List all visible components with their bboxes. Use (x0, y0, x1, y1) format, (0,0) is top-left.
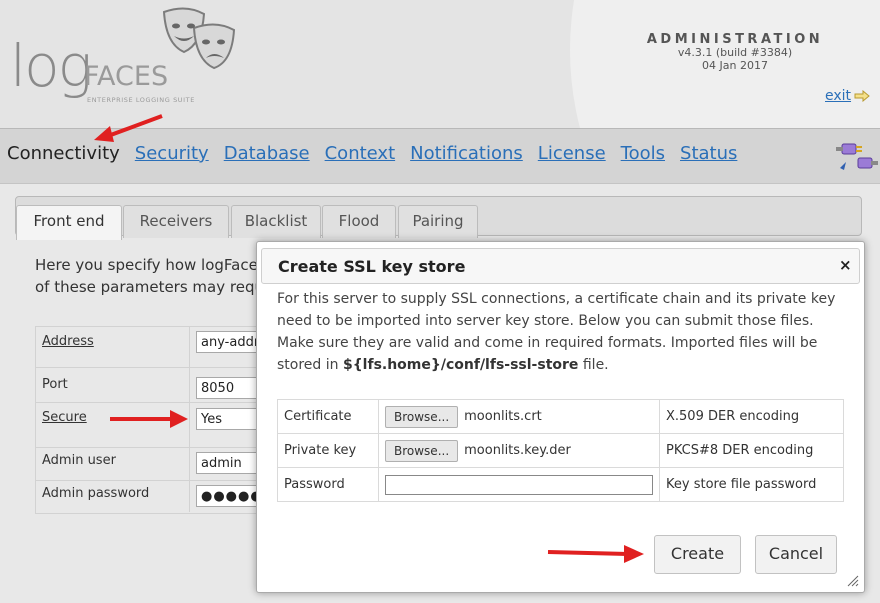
dialog-title: Create SSL key store (278, 257, 466, 276)
dialog-titlebar[interactable]: Create SSL key store × (261, 248, 860, 284)
red-pointer-arrow-icon (110, 410, 188, 428)
private-key-file-cell: Browse... moonlits.key.der (378, 433, 660, 468)
certificate-file-cell: Browse... moonlits.crt (378, 399, 660, 434)
cancel-button[interactable]: Cancel (755, 535, 837, 574)
nav-database[interactable]: Database (224, 143, 310, 164)
logo-text-faces: FACES (84, 61, 169, 92)
certificate-note: X.509 DER encoding (659, 399, 844, 434)
nav-notifications[interactable]: Notifications (410, 143, 523, 164)
password-cell (378, 467, 660, 502)
exit-label[interactable]: exit (825, 88, 851, 104)
private-key-note: PKCS#8 DER encoding (659, 433, 844, 468)
address-input[interactable]: any-addr (196, 331, 260, 353)
intro-line-2: of these parameters may requ (35, 278, 260, 296)
certificate-file-name: moonlits.crt (464, 409, 542, 424)
tab-blacklist[interactable]: Blacklist (231, 205, 321, 238)
port-label: Port (42, 377, 68, 392)
nav-tools[interactable]: Tools (621, 143, 665, 164)
nav-status[interactable]: Status (680, 143, 737, 164)
nav-security[interactable]: Security (135, 143, 209, 164)
tab-receivers[interactable]: Receivers (123, 205, 229, 238)
key-store-files-table: Certificate Browse... moonlits.crt X.509 … (277, 399, 844, 502)
nav-items: Connectivity Security Database Context N… (7, 143, 752, 164)
create-button[interactable]: Create (654, 535, 741, 574)
dialog-description: For this server to supply SSL connection… (277, 288, 852, 376)
tab-pairing[interactable]: Pairing (398, 205, 478, 238)
exit-link[interactable]: exit (825, 88, 870, 104)
ssl-key-store-dialog: Create SSL key store × For this server t… (256, 241, 865, 593)
intro-text: Here you specify how logFaces of these p… (35, 254, 260, 298)
admin-password-label: Admin password (42, 486, 150, 501)
nav-connectivity[interactable]: Connectivity (7, 143, 120, 164)
private-key-browse-button[interactable]: Browse... (385, 439, 459, 462)
red-pointer-arrow-icon (547, 545, 644, 563)
version-info: v4.3.1 (build #3384) 04 Jan 2017 (630, 46, 840, 72)
password-label: Password (277, 467, 379, 502)
exit-arrow-icon[interactable] (854, 90, 870, 102)
secure-label[interactable]: Secure (42, 410, 87, 425)
password-input[interactable] (385, 474, 653, 495)
intro-line-1: Here you specify how logFaces (35, 256, 260, 274)
logo-tagline: ENTERPRISE LOGGING SUITE (87, 96, 195, 104)
store-path: ${lfs.home}/conf/lfs-ssl-store (342, 357, 579, 373)
address-label[interactable]: Address (42, 334, 94, 349)
app-header: log FACES ENTERPRISE LOGGING SUITE ADMIN… (0, 0, 880, 128)
password-row: Password Key store file password (277, 467, 844, 502)
plug-connector-icon[interactable] (836, 138, 878, 174)
admin-title: ADMINISTRATION (646, 32, 824, 47)
nav-license[interactable]: License (538, 143, 606, 164)
resize-grip-icon[interactable] (847, 575, 859, 587)
version-date: 04 Jan 2017 (702, 59, 768, 72)
admin-user-label: Admin user (42, 453, 116, 468)
close-icon[interactable]: × (839, 256, 852, 274)
private-key-row: Private key Browse... moonlits.key.der PK… (277, 433, 844, 468)
admin-user-input[interactable]: admin (196, 452, 260, 474)
password-note: Key store file password (659, 467, 844, 502)
version-text: v4.3.1 (build #3384) (677, 46, 793, 59)
secure-select[interactable]: Yes (196, 408, 260, 430)
red-pointer-arrow-icon (94, 114, 163, 142)
certificate-row: Certificate Browse... moonlits.crt X.509 … (277, 399, 844, 434)
description-tail: file. (578, 357, 609, 373)
tab-flood[interactable]: Flood (322, 205, 396, 238)
certificate-browse-button[interactable]: Browse... (385, 405, 459, 428)
tab-front-end[interactable]: Front end (16, 205, 122, 240)
admin-password-input[interactable]: ●●●●● (196, 485, 260, 507)
private-key-file-name: moonlits.key.der (464, 443, 571, 458)
port-input[interactable]: 8050 (196, 377, 260, 399)
logo-text-log: log (10, 32, 92, 100)
nav-context[interactable]: Context (325, 143, 396, 164)
certificate-label: Certificate (277, 399, 379, 434)
theatre-masks-icon (162, 7, 236, 70)
private-key-label: Private key (277, 433, 379, 468)
